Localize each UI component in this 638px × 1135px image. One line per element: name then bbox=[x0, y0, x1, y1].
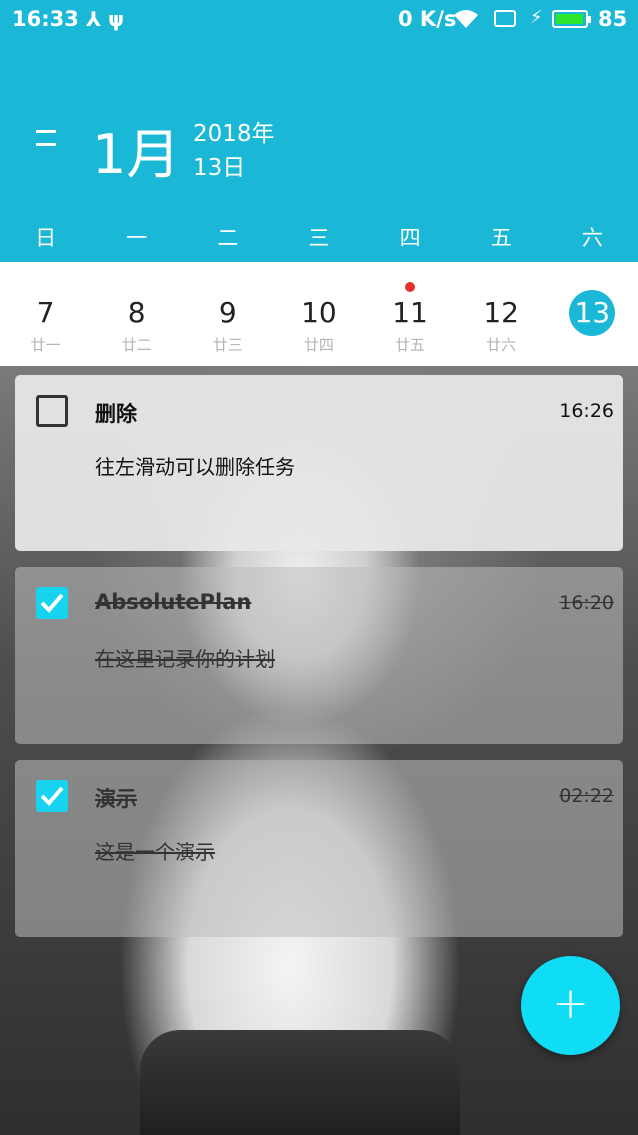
lunar-date: 廿五 bbox=[395, 336, 426, 354]
menu-icon[interactable] bbox=[36, 130, 56, 162]
date-number: 11 bbox=[392, 296, 428, 329]
month-label[interactable]: 1月 bbox=[92, 110, 180, 189]
sim-icon bbox=[494, 10, 516, 27]
task-checkbox[interactable] bbox=[36, 395, 68, 427]
notification-icons: ⅄ ψ bbox=[86, 7, 125, 31]
date-number: 13 bbox=[574, 296, 611, 329]
task-checkbox[interactable] bbox=[36, 587, 68, 619]
task-description: 这是一个演示 bbox=[95, 840, 215, 864]
date-cell[interactable]: 7 廿一 bbox=[0, 262, 91, 366]
date-number: 10 bbox=[301, 296, 337, 329]
weekday-label: 三 bbox=[308, 226, 330, 250]
status-time: 16:33 bbox=[12, 7, 79, 31]
task-title: 删除 bbox=[95, 402, 137, 426]
battery-percent: 85 bbox=[598, 7, 628, 31]
weekday-label: 日 bbox=[35, 226, 57, 250]
weekday-label: 六 bbox=[581, 226, 603, 250]
charging-icon: ⚡ bbox=[530, 7, 543, 28]
task-checkbox[interactable] bbox=[36, 780, 68, 812]
task-time: 16:20 bbox=[559, 592, 614, 614]
date-number: 9 bbox=[218, 296, 237, 329]
weekday-header: 日 一 二 三 四 五 六 bbox=[0, 222, 638, 258]
task-title: AbsolutePlan bbox=[95, 590, 252, 614]
week-date-strip: 7 廿一 8 廿二 9 廿三 10 廿四 11 廿五 12 廿六 13 bbox=[0, 262, 638, 366]
date-number: 8 bbox=[127, 296, 146, 329]
date-cell[interactable]: 12 廿六 bbox=[456, 262, 547, 366]
weekday-label: 二 bbox=[217, 226, 239, 250]
date-cell[interactable]: 10 廿四 bbox=[273, 262, 364, 366]
weekday-label: 一 bbox=[126, 226, 148, 250]
year-label: 2018年 bbox=[193, 121, 275, 147]
task-title: 演示 bbox=[95, 787, 137, 811]
check-icon bbox=[40, 786, 64, 806]
event-dot-icon bbox=[405, 282, 416, 292]
date-cell[interactable]: 11 廿五 bbox=[365, 262, 456, 366]
date-cell-today[interactable]: 13 bbox=[547, 262, 638, 366]
date-cell[interactable]: 8 廿二 bbox=[91, 262, 182, 366]
task-time: 16:26 bbox=[559, 400, 614, 422]
app-header: 16:33 ⅄ ψ 0 K/s ⚡ 85 1月 2018年 13日 日 一 二 … bbox=[0, 0, 638, 262]
lunar-date: 廿六 bbox=[486, 336, 517, 354]
battery-icon bbox=[552, 10, 591, 28]
task-description: 在这里记录你的计划 bbox=[95, 647, 275, 671]
plus-icon: + bbox=[552, 978, 589, 1029]
status-bar: 16:33 ⅄ ψ 0 K/s ⚡ 85 bbox=[0, 0, 638, 40]
lunar-date: 廿一 bbox=[30, 336, 61, 354]
task-description: 往左滑动可以删除任务 bbox=[95, 455, 295, 479]
date-number: 7 bbox=[36, 296, 55, 329]
date-cell[interactable]: 9 廿三 bbox=[182, 262, 273, 366]
add-task-button[interactable]: + bbox=[521, 956, 620, 1055]
background-photo-detail bbox=[140, 1030, 460, 1135]
check-icon bbox=[40, 593, 64, 613]
day-label: 13日 bbox=[193, 155, 246, 181]
wifi-icon bbox=[452, 8, 480, 35]
task-card[interactable]: 删除 16:26 往左滑动可以删除任务 bbox=[15, 375, 623, 551]
task-card[interactable]: 演示 02:22 这是一个演示 bbox=[15, 760, 623, 937]
weekday-label: 四 bbox=[399, 226, 421, 250]
date-number: 12 bbox=[483, 296, 519, 329]
task-time: 02:22 bbox=[559, 785, 614, 807]
lunar-date: 廿三 bbox=[212, 336, 243, 354]
network-speed: 0 K/s bbox=[398, 7, 457, 31]
lunar-date: 廿四 bbox=[303, 336, 334, 354]
task-card[interactable]: AbsolutePlan 16:20 在这里记录你的计划 bbox=[15, 567, 623, 744]
lunar-date: 廿二 bbox=[121, 336, 152, 354]
weekday-label: 五 bbox=[490, 226, 512, 250]
